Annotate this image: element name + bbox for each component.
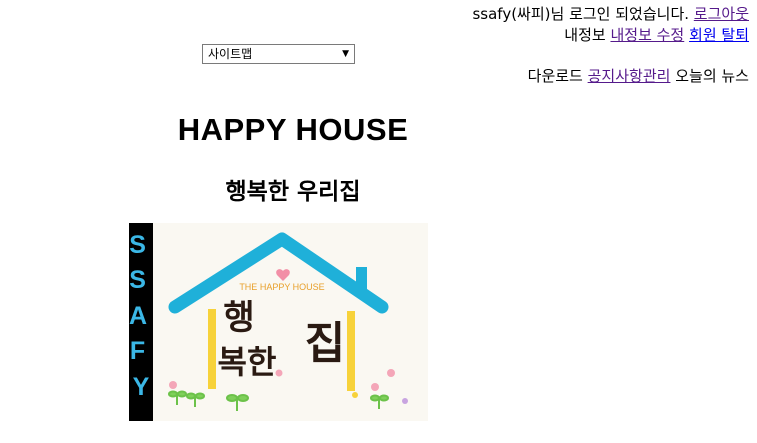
calligraphy-bokhan: 복한: [218, 343, 277, 381]
account-row: 내정보 내정보 수정 회원 탈퇴: [472, 25, 749, 46]
left-pillar: [208, 309, 216, 389]
chimney-shape: [356, 267, 367, 291]
withdraw-link[interactable]: 회원 탈퇴: [689, 26, 749, 44]
user-nav: ssafy(싸피)님 로그인 되었습니다. 로그아웃 내정보 내정보 수정 회원…: [472, 4, 749, 87]
calligraphy-jip: 집: [305, 318, 345, 369]
login-greeting: ssafy(싸피)님 로그인 되었습니다.: [472, 5, 690, 23]
logout-link[interactable]: 로그아웃: [694, 5, 749, 23]
banner-illustration: S S A F Y THE HAPPY HOUSE 행 복한 집: [129, 223, 408, 421]
chevron-down-icon: ▼: [342, 49, 349, 59]
today-news-label: 오늘의 뉴스: [675, 67, 749, 85]
sitemap-select[interactable]: 사이트맵 ▼: [202, 44, 355, 64]
sitemap-selected-value: 사이트맵: [208, 47, 253, 61]
calligraphy-haeng: 행: [223, 298, 254, 338]
login-status-row: ssafy(싸피)님 로그인 되었습니다. 로그아웃: [472, 4, 749, 25]
happy-house-banner-image: S S A F Y THE HAPPY HOUSE 행 복한 집: [129, 223, 428, 421]
my-info-label: 내정보: [564, 26, 606, 44]
edit-info-link[interactable]: 내정보 수정: [610, 26, 684, 44]
download-label: 다운로드: [527, 67, 583, 85]
notice-admin-link[interactable]: 공지사항관리: [588, 67, 671, 85]
right-pillar: [347, 311, 355, 391]
heart-icon: [276, 269, 290, 281]
roof-caption: THE HAPPY HOUSE: [239, 282, 324, 292]
page-title: HAPPY HOUSE: [177, 112, 409, 147]
menu-row: 다운로드 공지사항관리 오늘의 뉴스: [472, 66, 749, 87]
page-subtitle: 행복한 우리집: [225, 179, 361, 205]
